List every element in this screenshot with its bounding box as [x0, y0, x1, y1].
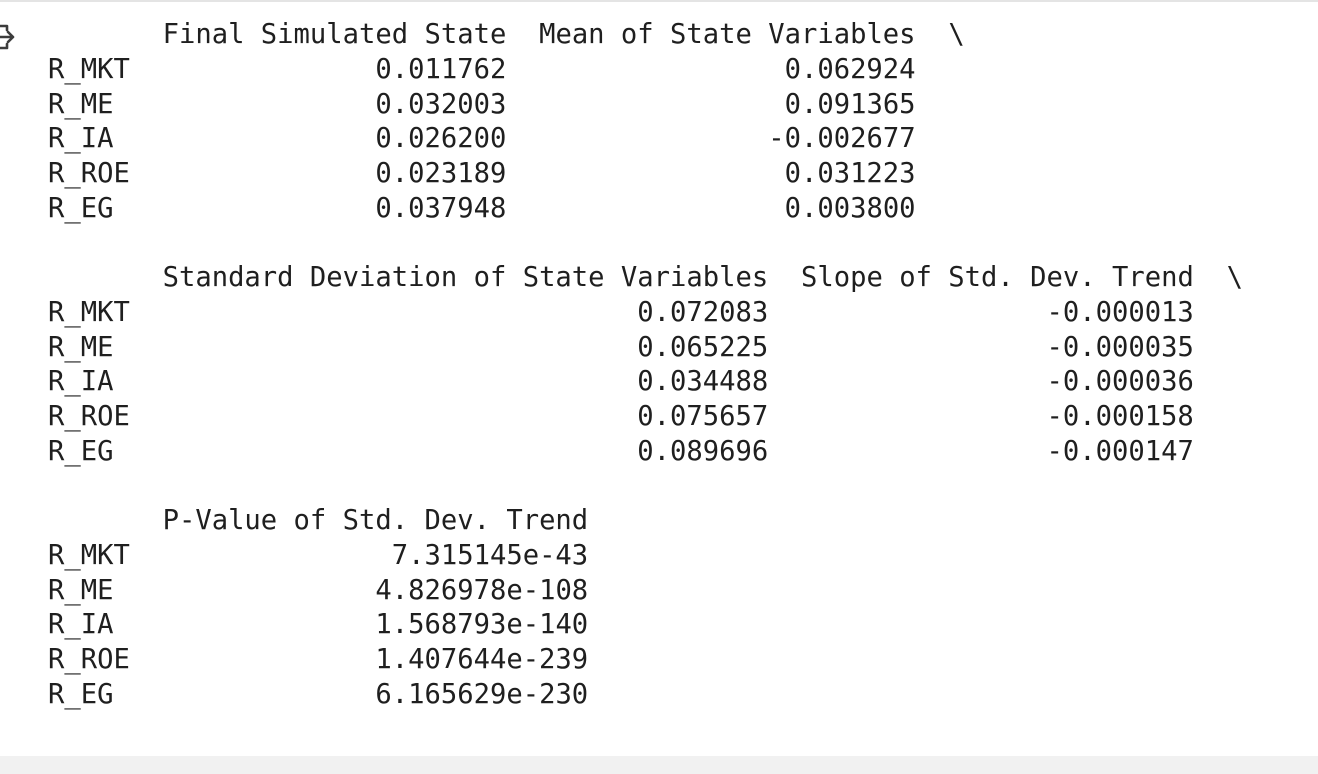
dataframe-block-1: Final Simulated State Mean of State Vari…	[48, 18, 965, 227]
table-cell: -0.002677	[768, 123, 916, 155]
table-cell: -0.000013	[1046, 296, 1194, 328]
table-cell: 7.315145e-43	[391, 539, 589, 571]
table-cell: 0.003800	[784, 192, 916, 224]
dataframe-block-2: Standard Deviation of State Variables Sl…	[48, 261, 1243, 470]
table-cell: -0.000036	[1046, 366, 1194, 398]
table-cell: 1.568793e-140	[375, 609, 589, 641]
column-header: P-Value of Std. Dev. Trend	[162, 505, 589, 536]
table-cell: -0.000147	[1046, 435, 1194, 467]
row-label: R_ME	[48, 331, 114, 363]
table-cell: 0.065225	[637, 331, 769, 363]
continuation-marker: \	[948, 19, 965, 50]
table-cell: 0.072083	[637, 296, 769, 328]
table-cell: 4.826978e-108	[375, 574, 589, 606]
table-cell: 1.407644e-239	[375, 644, 589, 676]
table-cell: 0.075657	[637, 401, 769, 433]
row-label: R_IA	[48, 609, 114, 641]
row-label: R_MKT	[48, 296, 130, 328]
table-cell: 0.031223	[784, 158, 916, 190]
row-label: R_IA	[48, 366, 114, 398]
column-header: Mean of State Variables	[539, 19, 916, 50]
row-label: R_MKT	[48, 53, 130, 85]
table-cell: 0.062924	[784, 53, 916, 85]
output-top-border	[0, 0, 1318, 2]
table-cell: 0.026200	[375, 123, 507, 155]
row-label: R_EG	[48, 435, 114, 467]
cell-output-area: Final Simulated State Mean of State Vari…	[0, 0, 1318, 756]
output-bottom-strip	[0, 756, 1318, 774]
row-label: R_ROE	[48, 158, 130, 190]
table-cell: 0.034488	[637, 366, 769, 398]
table-cell: 0.011762	[375, 53, 507, 85]
table-cell: 0.089696	[637, 435, 769, 467]
continuation-marker: \	[1226, 262, 1243, 293]
table-cell: 0.032003	[375, 88, 507, 120]
row-label: R_EG	[48, 678, 114, 710]
column-header: Final Simulated State	[162, 19, 507, 50]
row-label: R_ME	[48, 574, 114, 606]
table-cell: 0.091365	[784, 88, 916, 120]
row-label: R_MKT	[48, 539, 130, 571]
table-cell: -0.000158	[1046, 401, 1194, 433]
row-label: R_IA	[48, 123, 114, 155]
table-cell: 0.023189	[375, 158, 507, 190]
dataframe-block-3: P-Value of Std. Dev. Trend R_MKT 7.31514…	[48, 504, 588, 713]
row-label: R_ROE	[48, 644, 130, 676]
row-label: R_ME	[48, 88, 114, 120]
column-header: Slope of Std. Dev. Trend	[800, 262, 1194, 293]
table-cell: 0.037948	[375, 192, 507, 224]
row-label: R_ROE	[48, 401, 130, 433]
output-redirect-icon[interactable]	[0, 20, 20, 54]
table-cell: 6.165629e-230	[375, 678, 589, 710]
row-label: R_EG	[48, 192, 114, 224]
table-cell: -0.000035	[1046, 331, 1194, 363]
column-header: Standard Deviation of State Variables	[162, 262, 769, 293]
